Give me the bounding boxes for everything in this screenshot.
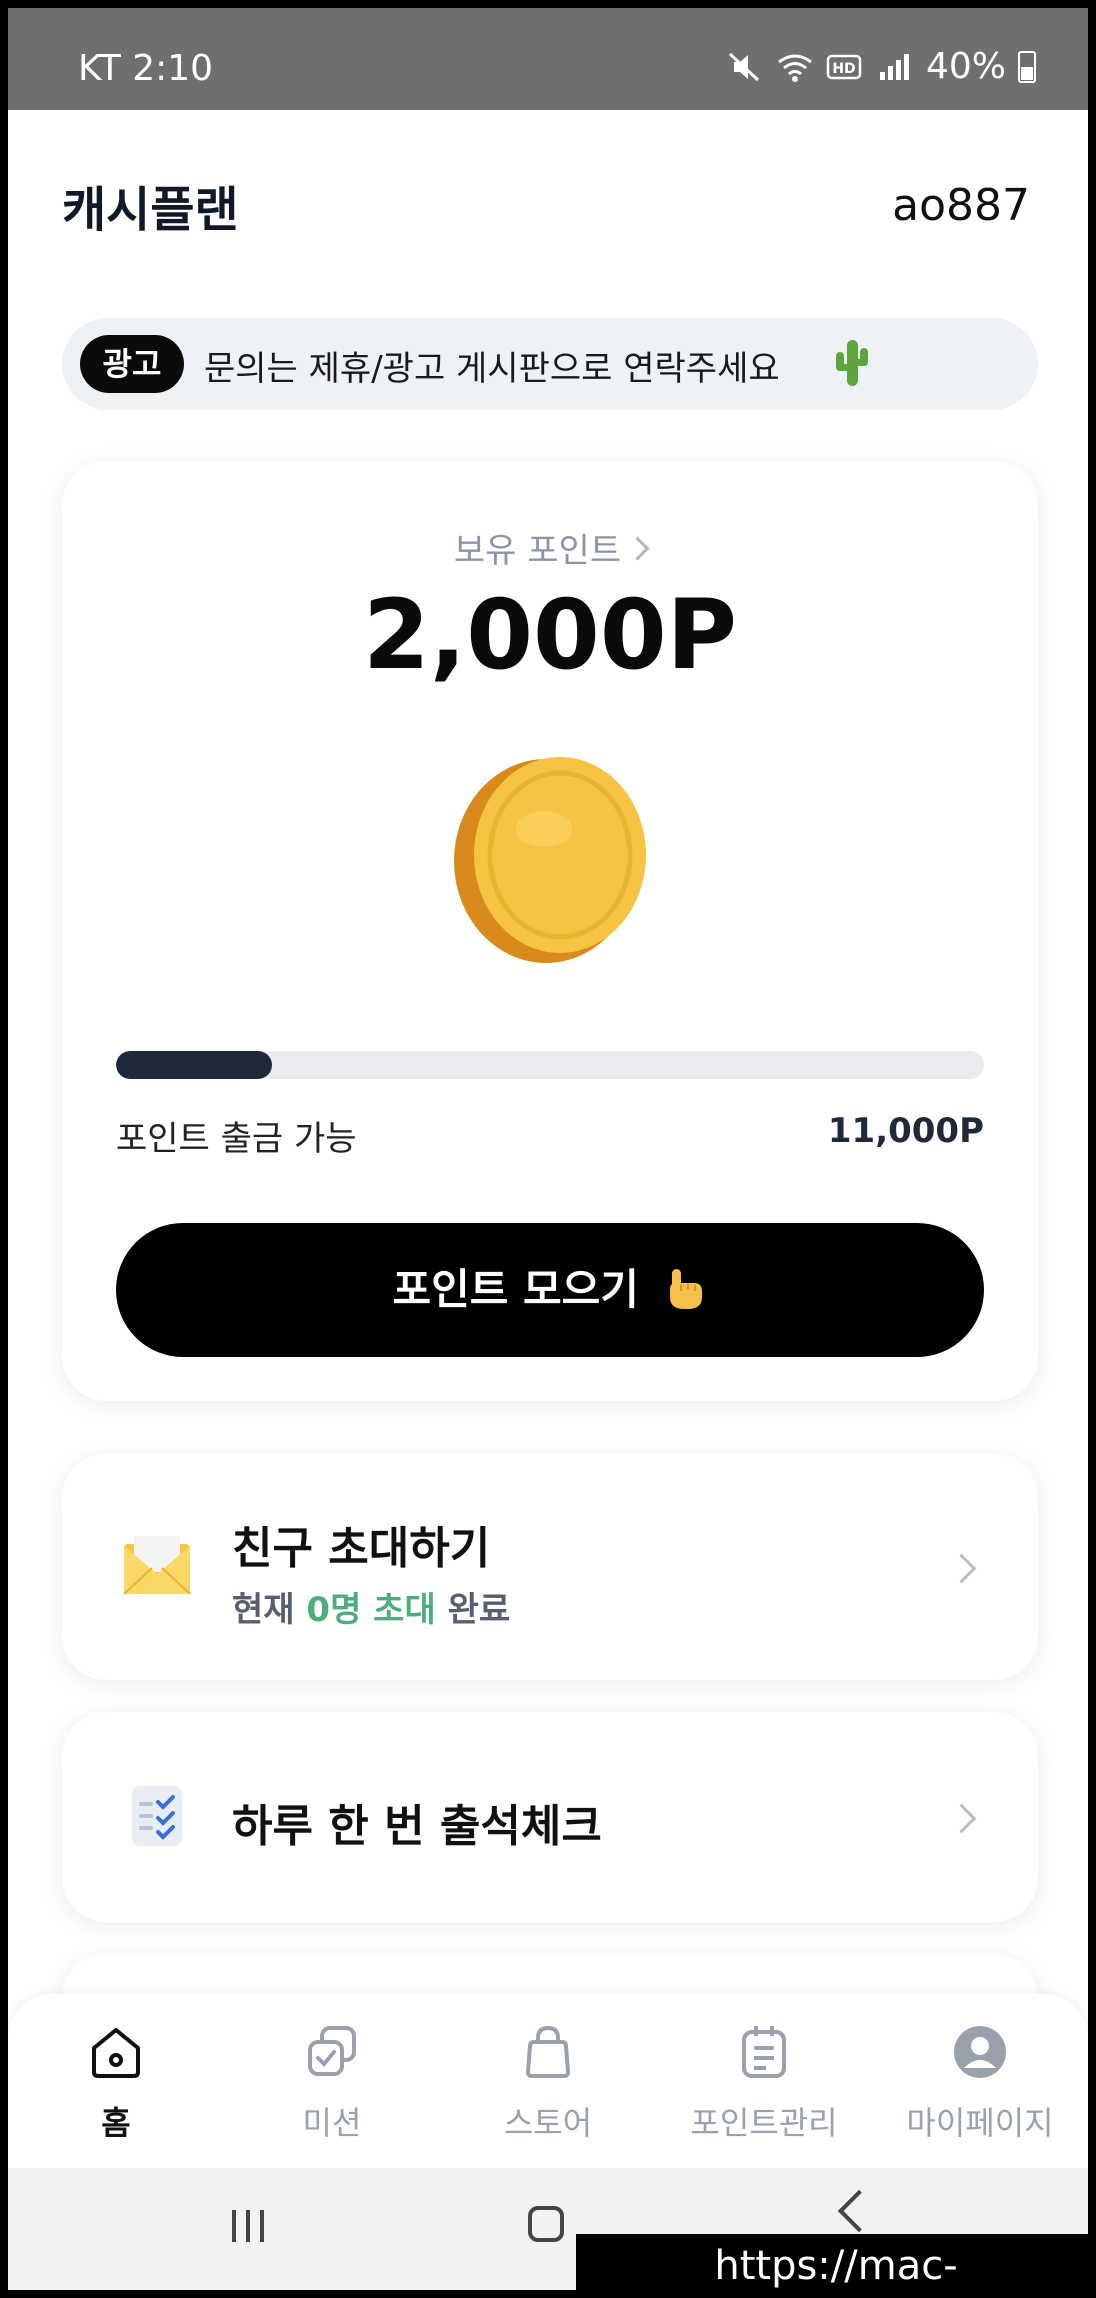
app-title: 캐시플랜 — [62, 182, 239, 238]
status-bar: KT 2:10 HD 40% — [8, 8, 1088, 110]
signal-icon — [879, 53, 909, 80]
mission-icon — [308, 2026, 356, 2076]
svg-text:HD: HD — [832, 61, 855, 77]
balance-label: 보유 포인트 — [453, 531, 622, 571]
invite-title: 친구 초대하기 — [232, 1523, 491, 1574]
chevron-right-icon — [946, 1553, 977, 1584]
nav-mission-label: 미션 — [302, 2104, 362, 2142]
hd-icon: HD — [826, 54, 862, 79]
wifi-icon — [778, 54, 812, 82]
point-card: 보유 포인트 2,000P 포인트 출금 가능 11,000P 포인트 모으기 — [62, 461, 1038, 1401]
status-icons: HD 40% — [726, 46, 1036, 87]
collect-points-label: 포인트 모으기 — [392, 1265, 639, 1314]
home-button-icon[interactable] — [528, 2206, 564, 2242]
attendance-title: 하루 한 번 출석체크 — [232, 1801, 602, 1852]
invite-status-suffix: 완료 — [447, 1590, 511, 1630]
nav-point-management-label: 포인트관리 — [690, 2104, 838, 2142]
home-icon — [92, 2028, 140, 2078]
nav-mypage[interactable]: 마이페이지 — [872, 1994, 1088, 2168]
shopping-bag-icon — [525, 2025, 571, 2078]
profile-icon — [954, 2026, 1006, 2078]
phone-screen: KT 2:10 HD 40% 캐시플랜 ao887 광고 문의는 제휴/광고 게… — [8, 8, 1088, 2290]
invite-status: 현재 0명 초대 완료 — [232, 1582, 510, 1631]
invite-friends-card[interactable]: 친구 초대하기 현재 0명 초대 완료 — [62, 1454, 1038, 1680]
checklist-icon — [132, 1786, 182, 1846]
bottom-nav: 홈 미션 스토어 포인트관리 마이페이지 — [8, 1994, 1088, 2168]
watermark: https://mac-os.tistory.com — [576, 2234, 1088, 2290]
clipboard-icon — [742, 2026, 786, 2078]
chevron-right-icon — [946, 1803, 977, 1834]
invite-count: 0명 초대 — [306, 1590, 436, 1630]
nav-home[interactable]: 홈 — [8, 1994, 224, 2168]
balance-link[interactable]: 보유 포인트 — [62, 523, 1038, 572]
back-icon[interactable] — [837, 2189, 881, 2233]
nav-store-label: 스토어 — [503, 2104, 593, 2142]
pointing-hand-icon — [669, 1268, 702, 1309]
cactus-icon — [836, 340, 868, 386]
battery-percent: 40% — [925, 46, 1006, 87]
nav-point-management[interactable]: 포인트관리 — [656, 1994, 872, 2168]
withdraw-threshold: 11,000P — [827, 1111, 984, 1151]
invite-status-prefix: 현재 — [232, 1590, 295, 1630]
nav-home-label: 홈 — [101, 2104, 131, 2142]
nav-store[interactable]: 스토어 — [440, 1994, 656, 2168]
coin-icon — [454, 757, 646, 963]
nav-mypage-label: 마이페이지 — [906, 2104, 1054, 2142]
nav-mission[interactable]: 미션 — [224, 1994, 440, 2168]
ad-badge: 광고 — [80, 335, 184, 393]
collect-points-button[interactable]: 포인트 모으기 — [116, 1223, 984, 1357]
point-balance: 2,000P — [362, 579, 737, 691]
username[interactable]: ao887 — [892, 180, 1030, 231]
mute-icon — [728, 52, 760, 81]
chevron-right-icon — [625, 536, 650, 561]
carrier-time: KT 2:10 — [78, 48, 214, 89]
ad-text: 문의는 제휴/광고 게시판으로 연락주세요 — [204, 349, 780, 389]
withdraw-label: 포인트 출금 가능 — [116, 1119, 357, 1159]
withdraw-progress-bar — [116, 1051, 984, 1079]
progress-fill — [116, 1051, 273, 1079]
battery-icon — [1018, 50, 1036, 83]
recent-apps-icon[interactable] — [228, 2208, 268, 2244]
ad-banner[interactable]: 광고 문의는 제휴/광고 게시판으로 연락주세요 — [62, 318, 1038, 410]
attendance-check-card[interactable]: 하루 한 번 출석체크 — [62, 1712, 1038, 1922]
envelope-icon — [123, 1536, 191, 1595]
